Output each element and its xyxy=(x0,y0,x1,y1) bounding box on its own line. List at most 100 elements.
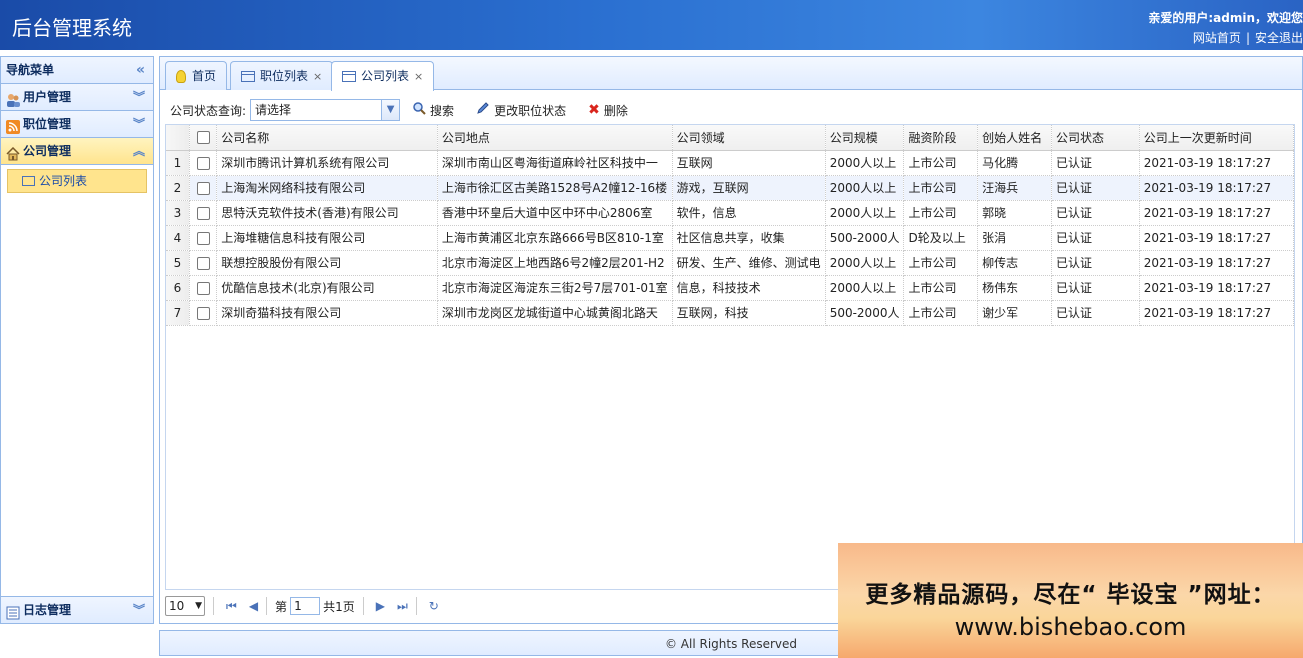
row-checkbox[interactable] xyxy=(189,250,218,276)
lightbulb-icon xyxy=(176,69,186,83)
table-cell: 2021-03-19 18:17:27 xyxy=(1139,300,1294,326)
divider xyxy=(213,597,214,615)
page-size-value: 10 xyxy=(169,599,185,613)
change-status-button[interactable]: 更改职位状态 xyxy=(476,101,566,119)
row-checkbox[interactable] xyxy=(189,175,218,201)
tab-job-list[interactable]: 职位列表 × xyxy=(230,61,334,90)
next-page-icon[interactable]: ▶ xyxy=(376,599,385,613)
table-cell: 2021-03-19 18:17:27 xyxy=(1139,250,1294,276)
column-header[interactable]: 公司状态 xyxy=(1051,125,1140,151)
column-header[interactable]: 融资阶段 xyxy=(903,125,979,151)
table-cell: 思特沃克软件技术(香港)有限公司 xyxy=(216,200,438,226)
table-cell: 上市公司 xyxy=(903,300,979,326)
nav-section-log[interactable]: 日志管理 ︾ xyxy=(1,596,153,623)
page-total: 共1页 xyxy=(323,599,355,614)
table-cell: 已认证 xyxy=(1051,250,1140,276)
expand-icon: ︾ xyxy=(132,117,145,131)
nav-section-job[interactable]: 职位管理 ︾ xyxy=(1,111,153,138)
nav-title: 导航菜单 xyxy=(6,63,55,77)
row-number-header xyxy=(166,125,190,151)
table-cell: 2021-03-19 18:17:27 xyxy=(1139,200,1294,226)
page-size-select[interactable]: 10 ▼ xyxy=(165,596,205,616)
nav-item-company-list-label: 公司列表 xyxy=(39,174,88,188)
welcome-text: 亲爱的用户:admin，欢迎您 xyxy=(1148,11,1303,25)
nav-section-user[interactable]: 用户管理 ︾ xyxy=(1,84,153,111)
divider xyxy=(415,597,417,615)
column-header[interactable]: 创始人姓名 xyxy=(977,125,1052,151)
status-filter-label: 公司状态查询: xyxy=(170,103,247,118)
table-cell: 深圳市龙岗区龙城街道中心城黄阁北路天 xyxy=(437,300,673,326)
table-cell: 500-2000人 xyxy=(825,225,905,251)
table-cell: 游戏，互联网 xyxy=(672,175,826,201)
column-header[interactable]: 公司领域 xyxy=(672,125,826,151)
table-body: 1 深圳市腾讯计算机系统有限公司 深圳市南山区粤海街道麻岭社区科技中一 互联网 2000… xyxy=(166,150,1294,326)
window-icon xyxy=(342,71,356,82)
table-row[interactable]: 1 深圳市腾讯计算机系统有限公司 深圳市南山区粤海街道麻岭社区科技中一 互联网 2000… xyxy=(166,150,1294,176)
nav-section-user-label: 用户管理 xyxy=(23,89,72,104)
last-page-icon[interactable]: ⏭ xyxy=(397,599,408,614)
divider xyxy=(266,597,268,615)
table-cell: 2000人以上 xyxy=(825,250,905,276)
table-cell: 已认证 xyxy=(1051,300,1140,326)
page-number-input[interactable]: 1 xyxy=(290,597,321,615)
table-row[interactable]: 7 深圳奇猫科技有限公司 深圳市龙岗区龙城街道中心城黄阁北路天 互联网，科技 500-2… xyxy=(166,300,1294,326)
search-icon xyxy=(412,101,426,119)
table-cell: D轮及以上 xyxy=(903,225,979,251)
table-cell: 汪海兵 xyxy=(977,175,1052,201)
prev-page-icon[interactable]: ◀ xyxy=(249,599,258,613)
chevron-down-icon[interactable]: ▼ xyxy=(381,100,400,120)
tab-company-list-label: 公司列表 xyxy=(361,69,410,83)
table-row[interactable]: 4 上海堆糖信息科技有限公司 上海市黄浦区北京东路666号B区810-1室 社区信息共… xyxy=(166,225,1294,251)
table-cell: 已认证 xyxy=(1051,175,1140,201)
delete-button-label: 删除 xyxy=(603,103,628,118)
table-cell: 社区信息共享，收集 xyxy=(672,225,826,251)
table-row[interactable]: 6 优酷信息技术(北京)有限公司 北京市海淀区海淀东三街2号7层701-01室 信息，… xyxy=(166,275,1294,301)
column-header[interactable]: 公司名称 xyxy=(216,125,438,151)
collapse-icon: ︽ xyxy=(132,144,145,158)
table-row[interactable]: 2 上海淘米网络科技有限公司 上海市徐汇区古美路1528号A2幢12-16楼 游戏，互… xyxy=(166,175,1294,201)
table-row[interactable]: 3 思特沃克软件技术(香港)有限公司 香港中环皇后大道中区中环中心2806室 软件，信… xyxy=(166,200,1294,226)
table-cell: 互联网 xyxy=(672,150,826,176)
refresh-icon[interactable]: ↻ xyxy=(429,599,439,613)
table-cell: 已认证 xyxy=(1051,150,1140,176)
tab-home[interactable]: 首页 xyxy=(165,61,228,90)
row-checkbox[interactable] xyxy=(189,200,218,226)
table-cell: 柳传志 xyxy=(977,250,1052,276)
select-all-checkbox[interactable] xyxy=(189,125,218,151)
nav-item-company-list[interactable]: 公司列表 xyxy=(7,169,147,193)
column-header[interactable]: 公司地点 xyxy=(437,125,673,151)
nav-section-company[interactable]: 公司管理 ︽ xyxy=(1,138,153,165)
close-icon[interactable]: × xyxy=(313,63,322,90)
change-status-label: 更改职位状态 xyxy=(494,103,567,118)
table-cell: 张涓 xyxy=(977,225,1052,251)
first-page-icon[interactable]: ⏮ xyxy=(226,599,237,614)
tab-company-list[interactable]: 公司列表 × xyxy=(331,61,435,91)
header-links: 网站首页 | 安全退出 xyxy=(1193,29,1303,46)
table-cell: 2000人以上 xyxy=(825,275,905,301)
table-cell: 上海市徐汇区古美路1528号A2幢12-16楼 xyxy=(437,175,673,201)
column-header[interactable]: 公司上一次更新时间 xyxy=(1139,125,1294,151)
site-home-link[interactable]: 网站首页 xyxy=(1193,31,1241,45)
status-filter-value: 请选择 xyxy=(255,103,292,117)
row-checkbox[interactable] xyxy=(189,300,218,326)
table-cell: 2021-03-19 18:17:27 xyxy=(1139,150,1294,176)
company-submenu: 公司列表 xyxy=(1,165,153,620)
column-header[interactable]: 公司规模 xyxy=(825,125,905,151)
ad-banner: 更多精品源码，尽在“ 毕设宝 ”网址： www.bishebao.com xyxy=(838,543,1303,658)
table-cell: 上海市黄浦区北京东路666号B区810-1室 xyxy=(437,225,673,251)
table-header-row: 公司名称 公司地点 公司领域 公司规模 融资阶段 创始人姓名 公司状态 公司上一… xyxy=(166,125,1294,151)
close-icon[interactable]: × xyxy=(414,63,423,90)
row-checkbox[interactable] xyxy=(189,150,218,176)
row-number: 6 xyxy=(166,275,190,301)
row-number: 2 xyxy=(166,175,190,201)
row-checkbox[interactable] xyxy=(189,225,218,251)
search-button-label: 搜索 xyxy=(430,103,455,118)
row-checkbox[interactable] xyxy=(189,275,218,301)
table-row[interactable]: 5 联想控股股份有限公司 北京市海淀区上地西路6号2幢2层201-H2 研发、生产、维… xyxy=(166,250,1294,276)
logout-link[interactable]: 安全退出 xyxy=(1255,31,1303,45)
collapse-nav-icon[interactable]: « xyxy=(136,57,145,84)
search-button[interactable]: 搜索 xyxy=(412,101,454,119)
status-filter-select[interactable]: 请选择 ▼ xyxy=(250,99,401,121)
delete-button[interactable]: ✖ 删除 xyxy=(588,102,628,119)
table-cell: 信息，科技技术 xyxy=(672,275,826,301)
